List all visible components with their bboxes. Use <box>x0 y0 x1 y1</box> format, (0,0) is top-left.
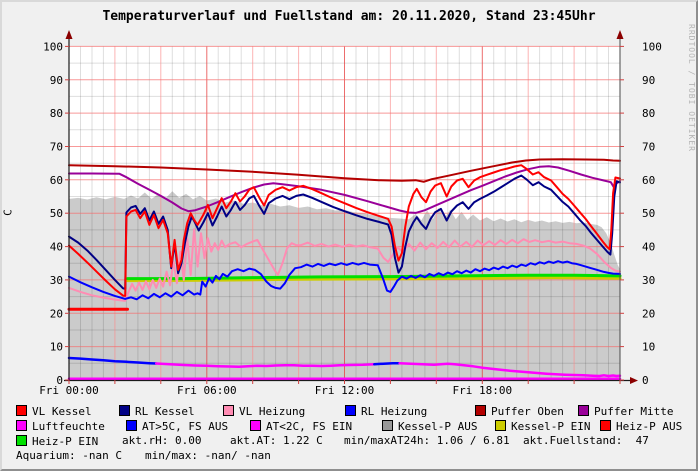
legend-item: AT>5C, FS AUS <box>126 420 228 433</box>
legend-label: Puffer Oben <box>491 405 564 418</box>
legend-label: akt.Fuellstand: 47 <box>523 434 649 447</box>
legend-item: VL Kessel <box>16 405 92 418</box>
legend-swatch-icon <box>16 420 27 431</box>
legend-stat: Aquarium: -nan C <box>16 450 122 463</box>
legend-label: min/max: -nan/ -nan <box>145 449 271 462</box>
legend-label: Heiz-P AUS <box>616 420 682 433</box>
y-axis-tick-label-right: 100 <box>642 40 662 53</box>
legend-label: RL Kessel <box>135 405 195 418</box>
legend-stat: min/maxAT24h: 1.06 / 6.81 <box>344 435 510 448</box>
legend-swatch-icon <box>223 405 234 416</box>
legend-swatch-icon <box>16 435 27 446</box>
x-axis-tick-label: Fri 18:00 <box>452 384 512 397</box>
y-axis-tick-label-right: 50 <box>642 207 655 220</box>
series-at-5c-fs-aus <box>374 363 399 364</box>
legend-item: VL Heizung <box>223 405 305 418</box>
legend-swatch-icon <box>475 405 486 416</box>
y-axis-tick-label-right: 10 <box>642 341 655 354</box>
y-axis-tick-label: 60 <box>50 174 63 187</box>
legend-item: Heiz-P AUS <box>600 420 682 433</box>
legend-swatch-icon <box>495 420 506 431</box>
legend-swatch-icon <box>250 420 261 431</box>
legend-label: Aquarium: -nan C <box>16 449 122 462</box>
y-axis-tick-label: 90 <box>50 74 63 87</box>
legend-stat: min/max: -nan/ -nan <box>145 450 271 463</box>
y-axis-tick-label: 50 <box>50 207 63 220</box>
legend-stat: akt.Fuellstand: 47 <box>523 435 649 448</box>
legend-stat: akt.rH: 0.00 <box>122 435 201 448</box>
legend-item: Luftfeuchte <box>16 420 105 433</box>
legend-label: akt.AT: 1.22 C <box>230 434 323 447</box>
legend-item: Kessel-P EIN <box>495 420 590 433</box>
y-axis-unit-label: C <box>2 193 15 233</box>
y-axis-tick-label-right: 30 <box>642 274 655 287</box>
legend-label: min/maxAT24h: 1.06 / 6.81 <box>344 434 510 447</box>
y-axis-tick-label: 20 <box>50 307 63 320</box>
legend-label: Heiz-P EIN <box>32 435 98 448</box>
y-axis-tick-label: 30 <box>50 274 63 287</box>
legend-label: VL Heizung <box>239 405 305 418</box>
y-axis-tick-label: 80 <box>50 107 63 120</box>
legend-label: AT<2C, FS EIN <box>266 420 352 433</box>
legend-swatch-icon <box>345 405 356 416</box>
legend-label: Kessel-P AUS <box>398 420 477 433</box>
x-axis-tick-label: Fri 12:00 <box>315 384 375 397</box>
legend-item: RL Kessel <box>119 405 195 418</box>
y-axis-tick-label: 40 <box>50 241 63 254</box>
legend-label: RL Heizung <box>361 405 427 418</box>
x-axis-tick-label: Fri 00:00 <box>39 384 99 397</box>
y-axis-tick-label-right: 40 <box>642 241 655 254</box>
legend-swatch-icon <box>119 405 130 416</box>
y-axis-tick-label-right: 90 <box>642 74 655 87</box>
legend-item: Kessel-P AUS <box>382 420 477 433</box>
legend-item: Heiz-P EIN <box>16 435 98 448</box>
y-axis-tick-label: 70 <box>50 141 63 154</box>
legend-swatch-icon <box>16 405 27 416</box>
legend-item: Puffer Oben <box>475 405 564 418</box>
y-axis-tick-label-right: 70 <box>642 141 655 154</box>
rrdtool-watermark: RRDTOOL / TOBI OETIKER <box>687 24 696 152</box>
legend-label: VL Kessel <box>32 405 92 418</box>
legend-swatch-icon <box>126 420 137 431</box>
legend-swatch-icon <box>600 420 611 431</box>
x-axis-tick-label: Fri 06:00 <box>177 384 237 397</box>
y-axis-tick-label: 10 <box>50 341 63 354</box>
legend-stat: akt.AT: 1.22 C <box>230 435 323 448</box>
y-axis-tick-label-right: 0 <box>642 374 649 387</box>
y-axis-tick-label-right: 80 <box>642 107 655 120</box>
legend-swatch-icon <box>382 420 393 431</box>
legend-label: Puffer Mitte <box>594 405 673 418</box>
legend-swatch-icon <box>578 405 589 416</box>
legend-label: akt.rH: 0.00 <box>122 434 201 447</box>
legend-item: RL Heizung <box>345 405 427 418</box>
legend-label: Luftfeuchte <box>32 420 105 433</box>
y-axis-tick-label-right: 60 <box>642 174 655 187</box>
y-axis-tick-label: 100 <box>43 40 63 53</box>
legend-label: AT>5C, FS AUS <box>142 420 228 433</box>
rrdtool-graph: Temperaturverlauf und Fuellstand am: 20.… <box>0 0 698 471</box>
legend-item: AT<2C, FS EIN <box>250 420 352 433</box>
y-axis-tick-label-right: 20 <box>642 307 655 320</box>
legend-item: Puffer Mitte <box>578 405 673 418</box>
chart-canvas: 0010102020303040405050606070708080909010… <box>2 2 698 402</box>
legend-label: Kessel-P EIN <box>511 420 590 433</box>
